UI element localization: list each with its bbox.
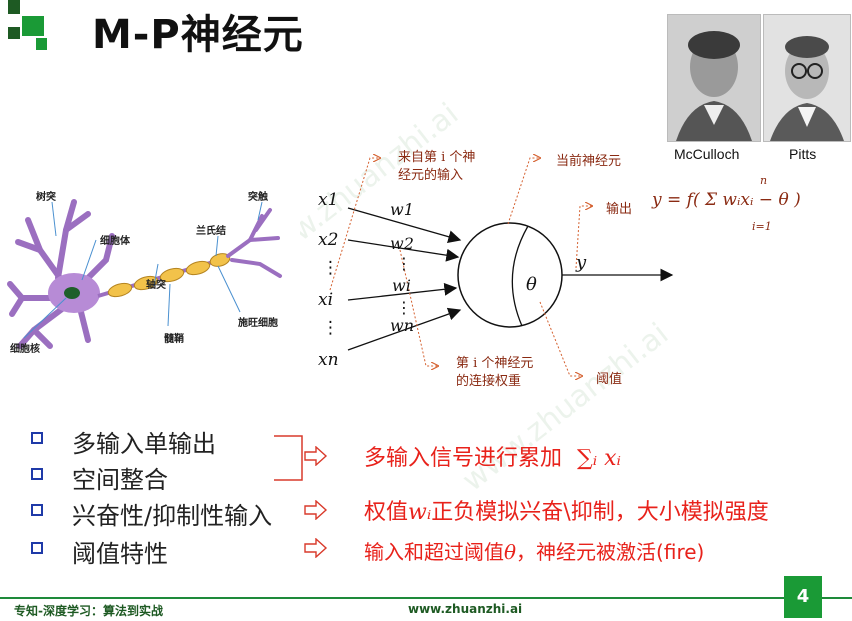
input-dots-1: ⋮ <box>322 258 339 278</box>
weight-w1: w1 <box>390 200 414 219</box>
hollow-arrow-icon <box>304 500 328 520</box>
explanation-weights-math: wᵢ <box>408 500 432 525</box>
weight-w2: w2 <box>390 234 414 253</box>
input-x2: x2 <box>318 230 339 250</box>
annot-current: 当前神经元 <box>556 154 622 169</box>
label-dendrite: 树突 <box>36 192 56 203</box>
page-number: 4 <box>784 576 822 618</box>
bullet-threshold: 阈值特性 <box>72 540 168 568</box>
explanation-fire: 输入和超过阈值θ，神经元被激活(fire) <box>364 536 704 565</box>
portrait-mcculloch-image <box>668 15 760 141</box>
label-synapse: 突触 <box>248 192 268 203</box>
label-cell-body: 细胞体 <box>100 236 130 247</box>
formula-text: y = f( Σ wᵢxᵢ − θ ) <box>652 190 801 210</box>
label-axon: 轴突 <box>146 280 166 291</box>
explanation-accumulate-math: ∑ᵢ xᵢ <box>577 446 621 471</box>
hollow-arrow-icon <box>304 446 328 466</box>
explanation-accumulate-text: 多输入信号进行累加 <box>364 446 563 471</box>
label-schwann: 施旺细胞 <box>238 318 278 329</box>
bullet-square <box>31 542 43 554</box>
bullet-square <box>31 432 43 444</box>
annot-threshold: 阈值 <box>596 372 623 387</box>
footer-course-title: 专知-深度学习：算法到实战 <box>14 604 163 618</box>
input-dots-2: ⋮ <box>322 318 339 338</box>
hollow-arrow-icon <box>304 538 328 558</box>
output-formula: n y = f( Σ wᵢxᵢ − θ ) i=1 <box>648 174 848 240</box>
annot-input-line1: 来自第 i 个神 <box>398 150 476 165</box>
input-x1: x1 <box>318 190 339 210</box>
weight-dots-2: ⋮ <box>396 298 412 317</box>
bullet-square <box>31 468 43 480</box>
portrait-pitts <box>763 14 851 142</box>
label-node-ranvier: 兰氏结 <box>196 226 226 237</box>
explanation-fire-a: 输入和超过阈值 <box>364 540 504 564</box>
formula-sum-upper: n <box>760 174 768 187</box>
weight-wn: wn <box>390 316 414 335</box>
explanation-fire-math: θ <box>504 540 517 564</box>
footer-url[interactable]: www.zhuanzhi.ai <box>408 602 522 616</box>
label-nucleus: 细胞核 <box>10 344 40 355</box>
bullet-square <box>31 504 43 516</box>
label-myelin: 髓鞘 <box>164 334 184 345</box>
explanation-fire-b: ，神经元被激活(fire) <box>516 540 705 564</box>
logo-square-dark <box>8 0 20 14</box>
annot-input-line2: 经元的输入 <box>398 168 464 183</box>
weight-dots-1: ⋮ <box>396 254 412 273</box>
annot-output: 输出 <box>606 202 633 217</box>
footer-divider <box>0 597 852 599</box>
logo-square-light <box>22 16 44 36</box>
annot-weight-line2: 的连接权重 <box>456 374 522 389</box>
explanation-accumulate: 多输入信号进行累加 ∑ᵢ xᵢ <box>364 440 621 472</box>
formula-sum-lower: i=1 <box>752 220 772 233</box>
threshold-theta: θ <box>526 274 537 295</box>
bullet-spatial-integration: 空间整合 <box>72 466 168 494</box>
bullet-excitatory: 兴奋性/抑制性输入 <box>72 502 273 530</box>
explanation-weights-a: 权值 <box>364 500 409 525</box>
logo-square-small <box>36 38 47 50</box>
portrait-pitts-image <box>764 15 850 141</box>
explanation-weights-b: 正负模拟兴奋\抑制，大小模拟强度 <box>431 500 769 525</box>
logo-square-dark2 <box>8 27 20 39</box>
page-title: M-P神经元 <box>92 12 304 58</box>
bullet-multi-input: 多输入单输出 <box>72 430 216 458</box>
input-xn: xn <box>318 350 339 370</box>
annot-weight-line1: 第 i 个神经元 <box>456 356 534 371</box>
portrait-mcculloch <box>667 14 761 142</box>
input-xi: xi <box>318 290 334 310</box>
explanation-weights: 权值wᵢ正负模拟兴奋\抑制，大小模拟强度 <box>364 494 769 526</box>
output-y: y <box>576 252 587 273</box>
weight-wi: wi <box>392 276 411 295</box>
